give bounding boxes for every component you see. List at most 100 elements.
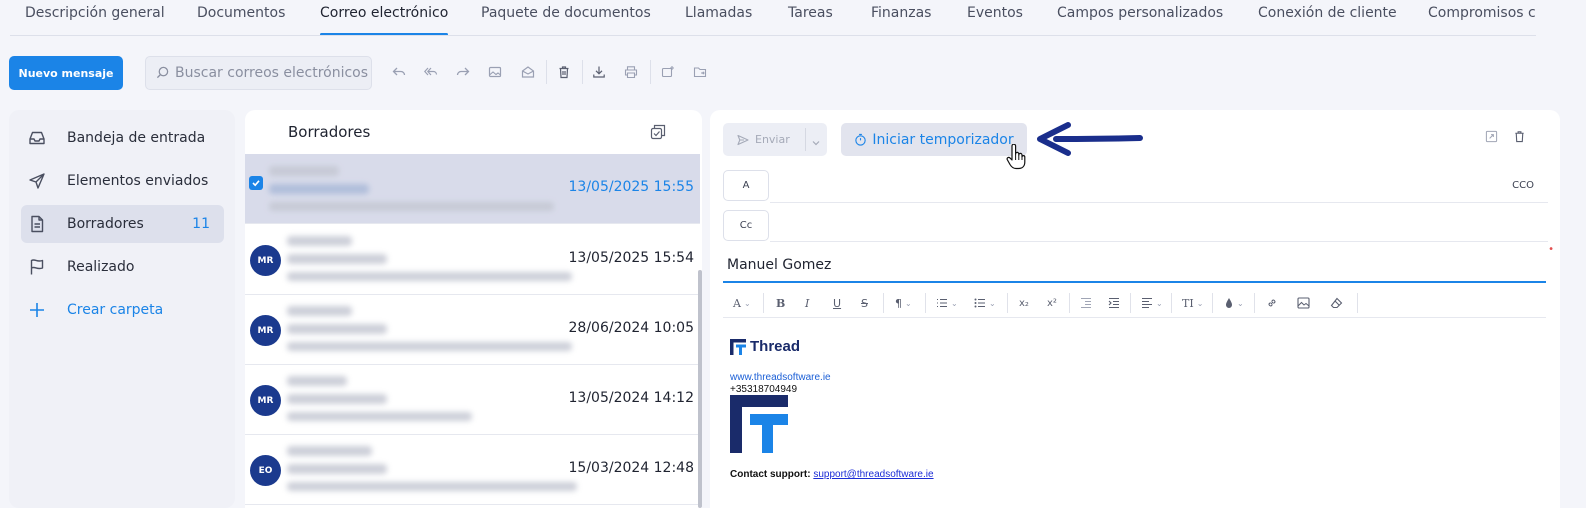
expand-window-icon[interactable]	[1485, 128, 1498, 147]
toolbar-separator	[650, 60, 651, 84]
redacted-preview	[287, 412, 472, 421]
ordered-list-icon[interactable]: ⌄	[936, 295, 958, 311]
subject-input[interactable]: Manuel Gomez	[723, 254, 1546, 283]
signature-logo-image	[730, 395, 788, 457]
search-input[interactable]: Buscar correos electrónicos	[145, 56, 372, 90]
cc-field-button[interactable]: Cc	[723, 210, 769, 241]
toolbar-separator	[1357, 293, 1358, 313]
reply-all-icon[interactable]	[423, 64, 439, 80]
tab-correo-electronico[interactable]: Correo electrónico	[320, 5, 449, 36]
discard-draft-icon[interactable]	[1513, 128, 1526, 147]
redacted-subject	[269, 184, 369, 194]
signature-phone: +35318704949	[730, 384, 798, 395]
list-item[interactable]: MR 28/06/2024 10:05	[245, 295, 700, 365]
list-item[interactable]: MR 13/05/2025 15:54	[245, 225, 700, 295]
list-scrollbar[interactable]	[698, 270, 702, 508]
tab-eventos[interactable]: Eventos	[967, 5, 1023, 35]
support-email-link[interactable]: support@threadsoftware.ie	[813, 469, 933, 480]
toolbar-separator	[1130, 293, 1131, 313]
forward-icon[interactable]	[455, 64, 471, 80]
sidebar-item-inbox[interactable]: Bandeja de entrada	[21, 119, 224, 157]
tab-tareas[interactable]: Tareas	[788, 5, 833, 35]
signature-website-link[interactable]: www.threadsoftware.ie	[730, 372, 831, 383]
flag-icon	[27, 257, 47, 277]
redacted-sender	[287, 306, 352, 316]
row-checkbox[interactable]	[249, 176, 263, 190]
stopwatch-icon	[854, 133, 867, 146]
outdent-icon[interactable]	[1080, 295, 1092, 311]
toolbar-separator	[546, 60, 547, 84]
font-size-icon[interactable]: TI ⌄	[1182, 295, 1203, 311]
start-timer-label: Iniciar temporizador	[872, 131, 1014, 148]
chevron-down-icon[interactable]	[811, 133, 821, 152]
cc-field-input[interactable]	[770, 241, 1548, 242]
image-mail-icon[interactable]	[487, 64, 503, 80]
align-icon[interactable]: ⌄	[1141, 295, 1163, 311]
bold-icon[interactable]: B	[776, 295, 785, 311]
underline-icon[interactable]: U	[833, 295, 841, 311]
tab-paquete-de-documentos[interactable]: Paquete de documentos	[481, 5, 651, 35]
draft-list-header: Borradores	[245, 110, 702, 154]
folder-move-icon[interactable]	[692, 64, 708, 80]
folder-sidebar: Bandeja de entrada Elementos enviados Bo…	[9, 110, 235, 508]
start-timer-button[interactable]: Iniciar temporizador	[841, 123, 1027, 156]
sidebar-item-sent[interactable]: Elementos enviados	[21, 162, 224, 200]
row-date: 13/05/2024 14:12	[568, 390, 695, 406]
download-icon[interactable]	[591, 64, 607, 80]
create-folder-label: Crear carpeta	[67, 302, 164, 318]
redacted-preview	[269, 202, 554, 211]
sidebar-item-done[interactable]: Realizado	[21, 248, 224, 286]
top-tab-bar: Descripción general Documentos Correo el…	[0, 0, 1586, 36]
send-button[interactable]: Enviar	[723, 123, 827, 156]
tab-conexion-de-cliente[interactable]: Conexión de cliente	[1258, 5, 1397, 35]
clear-formatting-icon[interactable]	[1330, 295, 1343, 311]
plus-icon	[27, 300, 47, 320]
tab-documentos[interactable]: Documentos	[197, 5, 285, 35]
tab-compromisos[interactable]: Compromisos c	[1428, 5, 1536, 35]
redacted-sender	[287, 446, 372, 456]
avatar: MR	[250, 315, 281, 346]
to-field-input[interactable]	[770, 202, 1548, 203]
reply-icon[interactable]	[391, 64, 407, 80]
signature-support-line: Contact support: support@threadsoftware.…	[730, 469, 934, 480]
link-icon[interactable]	[1266, 295, 1278, 311]
image-add-icon[interactable]	[660, 64, 676, 80]
strikethrough-icon[interactable]: S	[861, 295, 868, 311]
insert-image-icon[interactable]	[1297, 295, 1310, 311]
sidebar-item-label: Elementos enviados	[67, 173, 209, 189]
text-color-icon[interactable]: ⌄	[1224, 295, 1244, 311]
toolbar-separator	[1069, 293, 1070, 313]
sidebar-item-label: Borradores	[67, 216, 144, 232]
delete-icon[interactable]	[556, 64, 572, 80]
list-item[interactable]: EO 15/03/2024 12:48	[245, 435, 700, 505]
font-family-icon[interactable]: A ⌄	[733, 295, 751, 311]
subscript-icon[interactable]: x₂	[1019, 295, 1029, 311]
to-field-button[interactable]: A	[723, 170, 769, 201]
new-message-button[interactable]: Nuevo mensaje	[9, 56, 123, 90]
italic-icon[interactable]: I	[805, 295, 809, 311]
bcc-toggle[interactable]: CCO	[1512, 180, 1534, 191]
tab-descripcion-general[interactable]: Descripción general	[25, 5, 165, 35]
paragraph-icon[interactable]: ¶ ⌄	[895, 295, 912, 311]
bullet-list-icon[interactable]: ⌄	[974, 295, 996, 311]
tab-campos-personalizados[interactable]: Campos personalizados	[1057, 5, 1223, 35]
print-icon[interactable]	[623, 64, 639, 80]
select-all-icon[interactable]	[650, 124, 666, 144]
list-item[interactable]: 13/05/2025 15:55	[245, 154, 700, 224]
draft-list-title: Borradores	[288, 123, 371, 141]
create-folder-button[interactable]: Crear carpeta	[21, 291, 224, 329]
toolbar-separator	[1171, 293, 1172, 313]
open-mail-icon[interactable]	[520, 64, 536, 80]
sidebar-item-drafts[interactable]: Borradores 11	[21, 205, 224, 243]
tab-llamadas[interactable]: Llamadas	[685, 5, 752, 35]
toolbar-separator	[582, 60, 583, 84]
avatar: EO	[250, 455, 281, 486]
list-item[interactable]: MR 13/05/2024 14:12	[245, 365, 700, 435]
send-split-divider	[805, 128, 806, 151]
tab-finanzas[interactable]: Finanzas	[871, 5, 931, 35]
toolbar-separator	[1254, 293, 1255, 313]
toolbar-separator	[883, 293, 884, 313]
indent-icon[interactable]	[1108, 295, 1120, 311]
redacted-preview	[287, 342, 572, 351]
superscript-icon[interactable]: x²	[1047, 295, 1057, 311]
